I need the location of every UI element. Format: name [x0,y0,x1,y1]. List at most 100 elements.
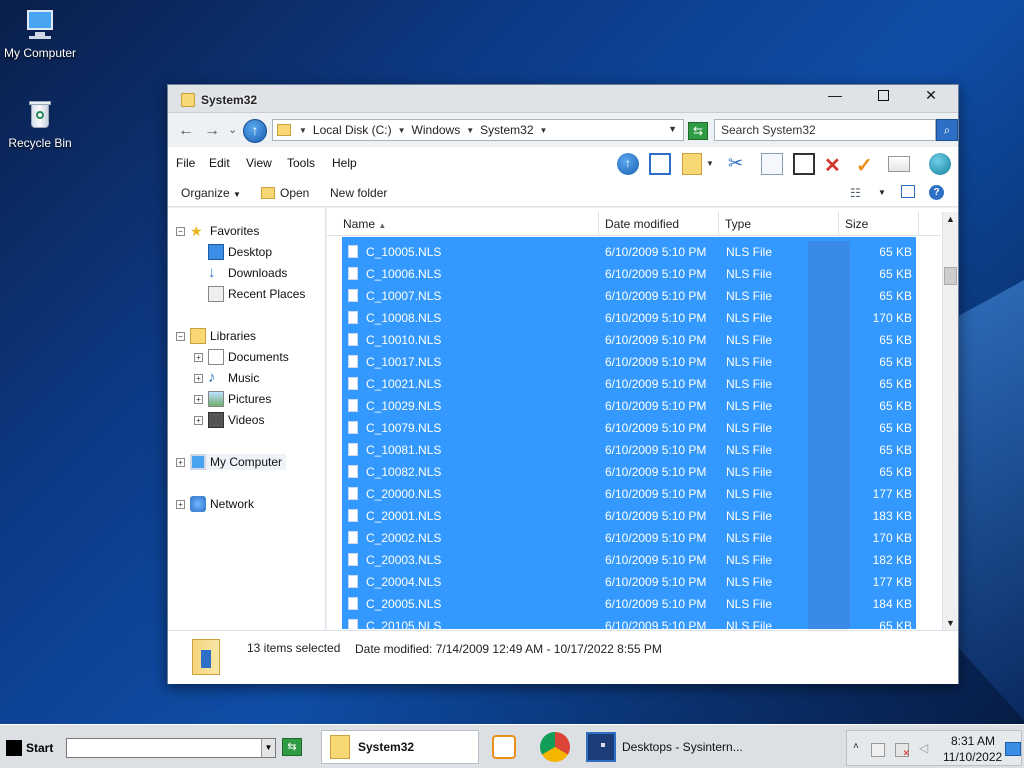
minimize-button[interactable]: — [812,85,858,107]
expand-icon[interactable]: + [194,416,203,425]
tree-my-computer[interactable]: My Computer [190,454,287,470]
column-name[interactable]: Name ▲ [337,212,599,236]
tree-libraries[interactable]: Libraries [190,328,256,344]
tray-expand-icon[interactable]: ˄ [853,741,859,752]
task-media-player[interactable] [484,730,526,764]
new-folder-button[interactable]: New folder [330,186,387,200]
preview-pane-toggle-icon[interactable] [901,185,915,198]
task-system32[interactable]: System32 [321,730,479,764]
cut-icon[interactable]: ✂ [728,153,750,175]
file-row[interactable]: C_10021.NLS 6/10/2009 5:10 PM NLS File 65 K… [342,373,916,395]
up-folder-icon[interactable]: ↑ [617,153,639,175]
tray-app-icon[interactable] [871,743,885,757]
copy-icon[interactable] [761,153,783,175]
folder-options-icon[interactable] [682,153,702,175]
up-button[interactable]: ↑ [243,119,267,143]
paste-icon[interactable] [793,153,815,175]
expand-icon[interactable]: + [194,374,203,383]
column-type[interactable]: Type [719,212,839,236]
file-row[interactable]: C_20000.NLS 6/10/2009 5:10 PM NLS File 177 … [342,483,916,505]
expand-icon[interactable]: + [176,500,185,509]
file-row[interactable]: C_10029.NLS 6/10/2009 5:10 PM NLS File 65 K… [342,395,916,417]
tree-videos[interactable]: Videos [208,412,264,428]
file-row[interactable]: C_10082.NLS 6/10/2009 5:10 PM NLS File 65 K… [342,461,916,483]
expand-icon[interactable]: + [194,395,203,404]
address-dropdown-icon[interactable]: ▼ [668,124,677,134]
file-row[interactable]: C_10007.NLS 6/10/2009 5:10 PM NLS File 65 K… [342,285,916,307]
file-row[interactable]: C_20001.NLS 6/10/2009 5:10 PM NLS File 183 … [342,505,916,527]
chevron-down-icon[interactable]: ▼ [398,126,406,135]
file-row[interactable]: C_10005.NLS 6/10/2009 5:10 PM NLS File 65 K… [342,241,916,263]
tree-recent-places[interactable]: Recent Places [208,286,305,302]
start-button[interactable]: Start [2,736,57,760]
desktop-icon-recycle-bin[interactable]: Recycle Bin [0,98,80,150]
file-row[interactable]: C_20004.NLS 6/10/2009 5:10 PM NLS File 177 … [342,571,916,593]
back-button[interactable]: ← [178,122,194,140]
run-input[interactable]: ▼ [66,738,276,758]
tree-network[interactable]: Network [190,496,254,512]
globe-icon[interactable] [929,153,951,175]
menu-help[interactable]: Help [332,156,357,170]
address-bar[interactable]: ▼ Local Disk (C:) ▼ Windows ▼ System32 ▼… [272,119,684,141]
menu-tools[interactable]: Tools [287,156,315,170]
search-input[interactable]: Search System32 [714,119,936,141]
file-row[interactable]: C_10079.NLS 6/10/2009 5:10 PM NLS File 65 K… [342,417,916,439]
scroll-up-icon[interactable]: ▲ [946,214,955,224]
file-row[interactable]: C_20002.NLS 6/10/2009 5:10 PM NLS File 170 … [342,527,916,549]
file-row[interactable]: C_10008.NLS 6/10/2009 5:10 PM NLS File 170 … [342,307,916,329]
column-size[interactable]: Size [839,212,919,236]
file-row[interactable]: C_20003.NLS 6/10/2009 5:10 PM NLS File 182 … [342,549,916,571]
maximize-button[interactable] [860,85,906,107]
forward-button[interactable]: → [204,122,220,140]
delete-icon[interactable]: ✕ [824,153,846,177]
expand-icon[interactable]: + [176,458,185,467]
vertical-scrollbar[interactable]: ▲ ▼ [942,212,958,630]
open-button[interactable]: Open [261,186,309,200]
organize-button[interactable]: Organize ▼ [181,186,241,200]
expand-icon[interactable]: + [194,353,203,362]
volume-icon[interactable]: ◁ [919,741,928,755]
refresh-button[interactable]: ⇆ [688,122,708,140]
tree-documents[interactable]: Documents [208,349,289,365]
clock-date[interactable]: 11/10/2022 [943,750,1002,764]
menu-edit[interactable]: Edit [209,156,230,170]
properties-icon[interactable] [888,156,910,172]
chevron-down-icon[interactable]: ▼ [261,739,275,757]
scroll-down-icon[interactable]: ▼ [946,618,955,628]
file-row[interactable]: C_10006.NLS 6/10/2009 5:10 PM NLS File 65 K… [342,263,916,285]
file-row[interactable]: C_20005.NLS 6/10/2009 5:10 PM NLS File 184 … [342,593,916,615]
help-icon[interactable]: ? [929,185,944,200]
desktop-icon-my-computer[interactable]: My Computer [0,8,80,60]
breadcrumb-windows[interactable]: Windows [412,123,461,137]
menu-view[interactable]: View [246,156,272,170]
task-chrome[interactable] [532,730,580,764]
title-bar[interactable]: System32 — ✕ [168,85,958,113]
checkmark-icon[interactable]: ✓ [856,153,878,177]
file-row[interactable]: C_10010.NLS 6/10/2009 5:10 PM NLS File 65 K… [342,329,916,351]
tree-pictures[interactable]: Pictures [208,391,271,407]
file-row[interactable]: C_10017.NLS 6/10/2009 5:10 PM NLS File 65 K… [342,351,916,373]
search-icon[interactable]: ⌕ [936,119,958,141]
breadcrumb-local-disk[interactable]: Local Disk (C:) [313,123,392,137]
scroll-thumb[interactable] [944,267,957,285]
chevron-down-icon[interactable]: ▼ [878,188,886,197]
chevron-down-icon[interactable]: ▼ [466,126,474,135]
network-disconnected-icon[interactable] [895,743,910,759]
close-button[interactable]: ✕ [908,85,954,107]
file-row[interactable]: C_10081.NLS 6/10/2009 5:10 PM NLS File 65 K… [342,439,916,461]
tree-favorites[interactable]: ★ Favorites [190,223,259,239]
recent-pages-button[interactable]: ⌄ [228,123,237,136]
clock-time[interactable]: 8:31 AM [951,734,995,748]
show-desktop-icon[interactable] [1005,742,1021,756]
tree-desktop[interactable]: Desktop [208,244,272,260]
menu-file[interactable]: File [176,156,195,170]
chevron-down-icon[interactable]: ▼ [540,126,548,135]
collapse-icon[interactable]: − [176,227,185,236]
view-options-icon[interactable]: ☷ [850,186,861,200]
tree-downloads[interactable]: ↓ Downloads [208,265,287,281]
collapse-icon[interactable]: − [176,332,185,341]
tree-music[interactable]: ♪ Music [208,370,259,386]
task-desktops[interactable]: Desktops - Sysintern... [584,730,744,764]
column-date-modified[interactable]: Date modified [599,212,719,236]
file-row[interactable]: C_20105.NLS 6/10/2009 5:10 PM NLS File 65 K… [342,615,916,629]
